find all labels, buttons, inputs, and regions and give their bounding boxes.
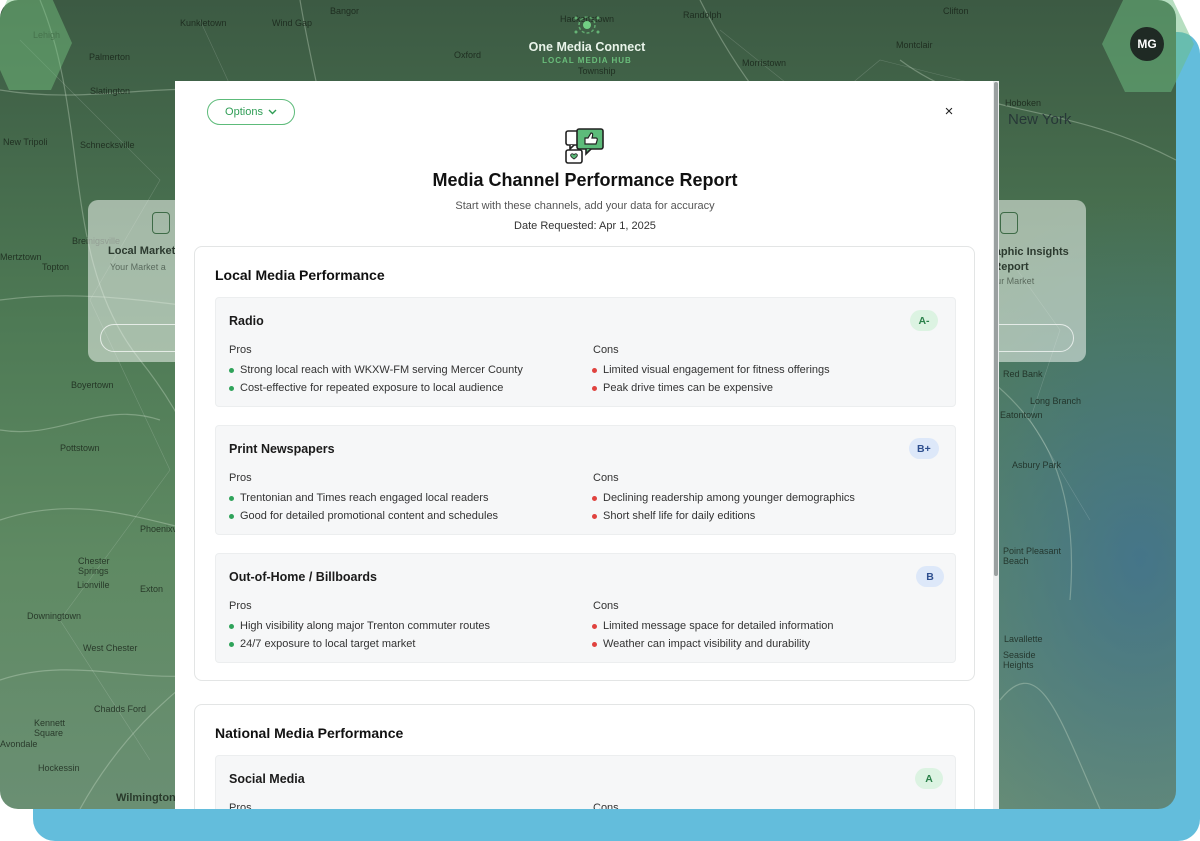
channel-card-print-newspapers: Print Newspapers B+ Pros Cons Trentonian… [215,425,956,535]
map-label: Lavallette [1004,634,1043,644]
pros-label: Pros [229,472,252,484]
map-label: Exton [140,584,164,594]
map-label: Topton [42,262,70,272]
map-label: Hockessin [38,763,80,773]
chat-feedback-icon [565,128,604,164]
pros-list: High visibility along major Trenton comm… [229,618,490,654]
date-requested: Date Requested: Apr 1, 2025 [514,220,656,232]
channel-name: Out-of-Home / Billboards [229,570,377,584]
report-modal: Options × Media Channel Performance Repo… [175,81,999,809]
phone-icon [1000,212,1018,234]
map-label: Boyertown [71,380,114,390]
map-label: Seaside Heights [1003,650,1036,670]
pros-list: Trentonian and Times reach engaged local… [229,490,498,526]
cons-label: Cons [593,472,619,484]
map-label: Township [578,66,616,76]
close-button[interactable]: × [941,103,957,121]
map-label: Morristown [742,58,787,68]
map-label: Palmerton [89,52,131,62]
brand-logo-icon [574,16,600,34]
cons-list: Declining readership among younger demog… [592,490,855,526]
cons-list: Limited visual engagement for fitness of… [592,362,830,398]
map-label: Point Pleasant Beach [1003,546,1062,566]
map-label: West Chester [83,643,138,653]
map-label: Chadds Ford [94,704,147,714]
map-label: Lionville [77,580,110,590]
channel-name: Radio [229,314,264,328]
channel-name: Social Media [229,772,305,786]
card-subtitle: Your Market a [110,262,166,272]
pro-item: 24/7 exposure to local target market [229,636,490,654]
report-title: Media Channel Performance Report [432,170,738,190]
map-label: Pottstown [60,443,100,453]
cons-list: Limited message space for detailed infor… [592,618,834,654]
channel-card-radio: Radio A- Pros Cons Strong local reach wi… [215,297,956,407]
cons-label: Cons [593,802,619,809]
chevron-down-icon [268,109,277,115]
pro-item: Trentonian and Times reach engaged local… [229,490,498,508]
options-button[interactable]: Options [207,99,295,125]
report-subtitle: Start with these channels, add your data… [455,200,715,212]
map-label: Kennett Square [34,718,66,738]
brand-header: One Media Connect LOCAL MEDIA HUB [500,14,674,65]
con-item: Peak drive times can be expensive [592,380,830,398]
grade-badge: B [916,566,944,587]
local-media-section: Local Media Performance Radio A- Pros Co… [194,246,975,681]
con-item: Weather can impact visibility and durabi… [592,636,834,654]
card-title: Local Market [108,245,176,257]
map-label: Bangor [330,6,360,16]
pros-label: Pros [229,802,252,809]
pros-label: Pros [229,344,252,356]
pros-label: Pros [229,600,252,612]
map-label: Kunkletown [180,18,227,28]
map-label: Eatontown [1000,410,1043,420]
con-item: Limited visual engagement for fitness of… [592,362,830,380]
map-label: Chester Springs [78,556,110,576]
map-label: Avondale [0,739,38,749]
map-label: Wilmington [116,792,176,804]
map-label: Oxford [454,50,482,60]
section-title: National Media Performance [215,725,404,741]
map-label: New York [1008,111,1072,128]
market-icon [152,212,170,234]
map-label: Clifton [943,6,969,16]
grade-badge: A [915,768,943,789]
pro-item: Cost-effective for repeated exposure to … [229,380,523,398]
map-label: Asbury Park [1012,460,1062,470]
pro-item: Good for detailed promotional content an… [229,508,498,526]
map-label: Montclair [896,40,933,50]
options-label: Options [225,106,263,118]
grade-badge: B+ [909,438,939,459]
cons-label: Cons [593,344,619,356]
con-item: Declining readership among younger demog… [592,490,855,508]
channel-card-billboards: Out-of-Home / Billboards B Pros Cons Hig… [215,553,956,663]
map-label: Long Branch [1030,396,1082,406]
brand-name: One Media Connect [528,40,646,54]
user-avatar[interactable]: MG [1130,27,1164,61]
pros-list: Strong local reach with WKXW-FM serving … [229,362,523,398]
channel-name: Print Newspapers [229,442,335,456]
pro-item: High visibility along major Trenton comm… [229,618,490,636]
con-item: Short shelf life for daily editions [592,508,855,526]
map-label: Randolph [683,10,722,20]
map-label: Red Bank [1003,369,1043,379]
map-label: Wind Gap [272,18,313,28]
map-label: Slatington [90,86,131,96]
map-label: New Tripoli [3,137,48,147]
map-label: Hoboken [1005,98,1042,108]
channel-card-social-media: Social Media A Pros Cons [215,755,956,809]
national-media-section: National Media Performance Social Media … [194,704,975,809]
cons-label: Cons [593,600,619,612]
section-title: Local Media Performance [215,267,385,283]
map-label: Downingtown [27,611,82,621]
scrollbar-thumb[interactable] [994,82,998,576]
con-item: Limited message space for detailed infor… [592,618,834,636]
map-label: Schnecksville [80,140,135,150]
pro-item: Strong local reach with WKXW-FM serving … [229,362,523,380]
brand-subtitle: LOCAL MEDIA HUB [542,56,632,65]
app-stage: Bangor Kunkletown Wind Gap Hackettstown … [0,0,1200,841]
map-label: Mertztown [0,252,42,262]
grade-badge: A- [910,310,938,331]
